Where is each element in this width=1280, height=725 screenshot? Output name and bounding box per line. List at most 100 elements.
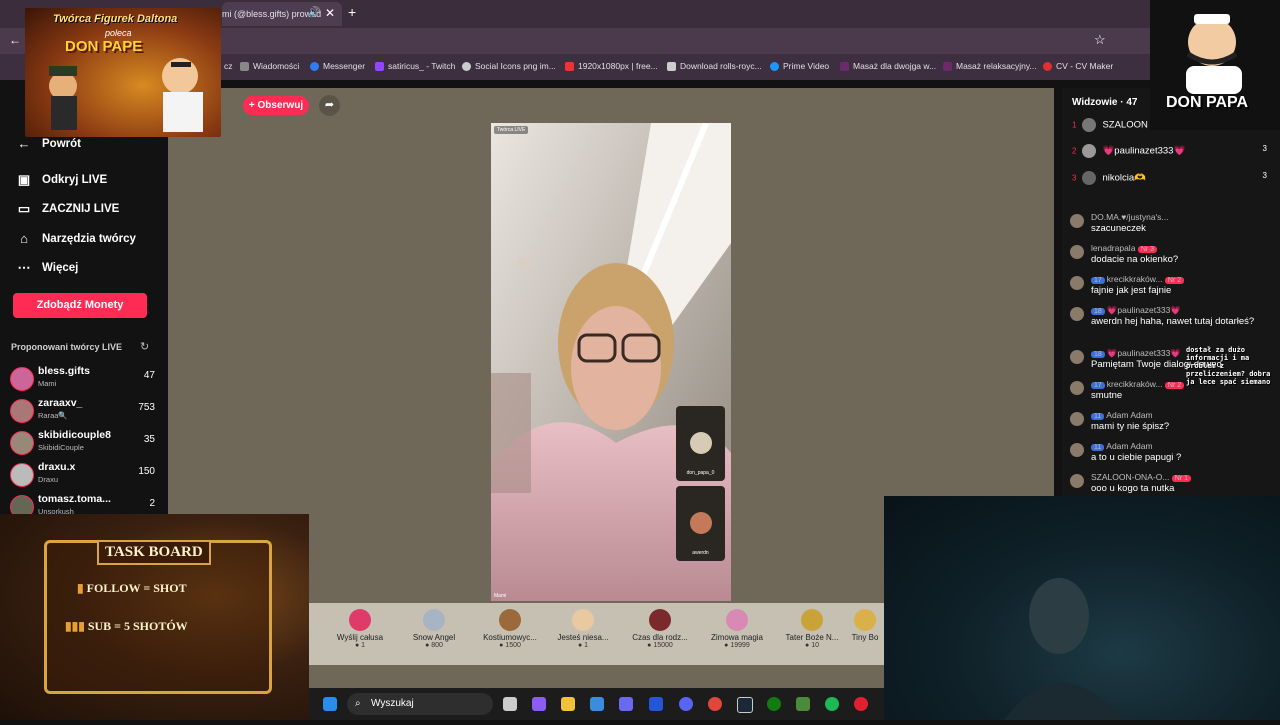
file-explorer-icon[interactable] [561, 697, 575, 711]
shot-icon: ▮ [77, 581, 87, 595]
gift-icon [854, 609, 876, 631]
close-tab-icon[interactable]: ✕ [325, 6, 335, 20]
chrome-icon[interactable] [708, 697, 722, 711]
sidebar-item-discover-live[interactable]: ▣ Odkryj LIVE [16, 172, 107, 188]
back-arrow-icon[interactable]: ← [9, 33, 21, 47]
avatar [10, 431, 34, 455]
bookmark-item[interactable]: Social Icons png im... [462, 61, 556, 71]
new-tab-icon[interactable]: + [348, 4, 356, 20]
bookmark-item[interactable]: Masaż dla dwojga w... [840, 61, 936, 71]
avatar [10, 367, 34, 391]
guest-tile[interactable]: don_papa_0 [676, 406, 725, 481]
gift-item[interactable]: Tiny Bo [845, 607, 885, 642]
bookmark-item[interactable]: satiricus_ - Twitch [375, 61, 455, 71]
minecraft-icon[interactable] [796, 697, 810, 711]
gift-item[interactable]: Snow Angel ● 800 [399, 607, 469, 649]
app-l-icon[interactable] [649, 697, 663, 711]
gift-bar: Wyślij całusa ● 1 Snow Angel ● 800 Kostium… [309, 603, 885, 665]
windows-taskbar: ⌕ Wyszukaj [309, 688, 884, 720]
gift-icon [423, 609, 445, 631]
follow-button[interactable]: + Obserwuj [243, 96, 309, 115]
gift-icon [572, 609, 594, 631]
bookmark-item[interactable]: Masaż relaksacyjny... [943, 61, 1037, 71]
xbox-icon[interactable] [767, 697, 781, 711]
back-arrow-icon: ← [17, 136, 31, 151]
gift-item[interactable]: Zimowa magia ● 19999 [702, 607, 772, 649]
gift-item[interactable]: Czas dla rodz... ● 15000 [625, 607, 695, 649]
share-button[interactable]: ➦ [319, 95, 340, 116]
avatar [1082, 171, 1097, 185]
shots-icon: ▮▮▮ [65, 619, 88, 633]
avatar [1082, 144, 1097, 158]
task-view-icon[interactable] [503, 697, 517, 711]
promo-characters [49, 58, 203, 132]
gift-item[interactable]: Jesteś niesa... ● 1 [548, 607, 618, 649]
task-row: ▮ FOLLOW = SHOT [77, 581, 187, 595]
webcam-feed [884, 496, 1280, 720]
taskbar-search[interactable]: ⌕ Wyszukaj [347, 693, 493, 715]
webcam-image [1004, 578, 1124, 720]
guest-name: don_papa_0 [686, 470, 715, 476]
gift-icon [649, 609, 671, 631]
sidebar-item-creator-tools[interactable]: ⌂ Narzędzia twórcy [16, 231, 136, 246]
gift-icon [499, 609, 521, 631]
discord-icon[interactable] [679, 697, 693, 711]
guest-tile[interactable]: awerdn [676, 486, 725, 561]
gift-item[interactable]: Wyślij całusa ● 1 [325, 607, 395, 649]
creator-item[interactable]: draxu.x Draxu 150 [10, 460, 155, 488]
windows-start-icon[interactable] [323, 697, 337, 711]
bookmark-item[interactable]: cz [224, 61, 233, 71]
creator-item[interactable]: bless.gifts Mami 47 [10, 364, 155, 392]
vpn-icon[interactable] [619, 697, 633, 711]
recommended-title: Proponowani twórcy LIVE [11, 342, 123, 352]
creator-item[interactable]: skibidicouple8 SkibidiCouple 35 [10, 428, 155, 456]
promo-banner: Twórca Figurek Daltona poleca DON PAPE [25, 8, 221, 137]
bookmark-item[interactable]: Prime Video [770, 61, 829, 71]
bookmark-item[interactable]: CV - CV Maker [1043, 61, 1113, 71]
refresh-icon[interactable]: ↻ [140, 340, 149, 353]
gift-item[interactable]: Tater Boże N... ● 10 [777, 607, 847, 649]
copilot-icon[interactable] [532, 697, 546, 711]
creator-item[interactable]: zaraaxv_ Raraa🔍 753 [10, 396, 155, 424]
sidebar-item-start-live[interactable]: ▭ ZACZNIJ LIVE [16, 201, 119, 217]
bookmark-star-icon[interactable]: ☆ [1094, 32, 1106, 48]
task-row: ▮▮▮ SUB = 5 SHOTÓW [65, 619, 188, 633]
avatar [1082, 118, 1097, 132]
tab-title: mi (@bless.gifts) prowad [222, 9, 322, 19]
mute-icon[interactable]: 🔊 [308, 7, 320, 18]
avatar [10, 463, 34, 487]
home-icon: ⌂ [20, 231, 28, 246]
top-viewer[interactable]: 3 nikolcia🫶 3 [1072, 171, 1272, 187]
gift-item[interactable]: Kostiumowyc... ● 1500 [475, 607, 545, 649]
video-tag: Twórca LIVE [494, 126, 529, 134]
chat-message: 18 💗paulinazet333💗 awerdn hej haha, nawet … [1070, 305, 1275, 335]
top-viewer[interactable]: 2 💗paulinazet333💗 3 [1072, 144, 1272, 160]
avatar [10, 399, 34, 423]
gift-icon [349, 609, 371, 631]
get-coins-button[interactable]: Zdobądź Monety [13, 293, 147, 318]
overlay-chat-text: dostał za dużo informacji i ma problem z… [1186, 346, 1271, 386]
logo-text: DON PAPA [1166, 94, 1249, 111]
browser-tab[interactable]: mi (@bless.gifts) prowad [222, 2, 342, 26]
bookmark-item[interactable]: Messenger [310, 61, 365, 71]
task-board-title: TASK BOARD [97, 540, 211, 565]
gift-icon [801, 609, 823, 631]
chat-panel: Widzowie · 47 1 SZALOON 2 💗paulinazet333💗 3… [1062, 88, 1280, 496]
tv-icon: ▣ [17, 172, 31, 187]
spotify-icon[interactable] [825, 697, 839, 711]
guest-name: awerdn [692, 550, 709, 556]
guest-avatar [689, 432, 712, 454]
sidebar: ← Powrót ▣ Odkryj LIVE ▭ ZACZNIJ LIVE ⌂ Narz… [0, 80, 168, 520]
guest-avatar [689, 512, 712, 534]
steam-icon[interactable] [737, 697, 753, 713]
back-link[interactable]: ← Powrót [16, 136, 81, 151]
more-icon: ⋯ [17, 260, 31, 275]
bookmark-item[interactable]: Download rolls-royc... [667, 61, 762, 71]
store-icon[interactable] [590, 697, 604, 711]
bookmark-item[interactable]: 1920x1080px | free... [565, 61, 658, 71]
bookmark-item[interactable]: Wiadomości [240, 61, 299, 71]
opera-icon[interactable] [854, 697, 868, 711]
host-label: Mami [494, 593, 507, 599]
sidebar-item-more[interactable]: ⋯ Więcej [16, 260, 79, 276]
camera-icon: ▭ [17, 201, 31, 216]
